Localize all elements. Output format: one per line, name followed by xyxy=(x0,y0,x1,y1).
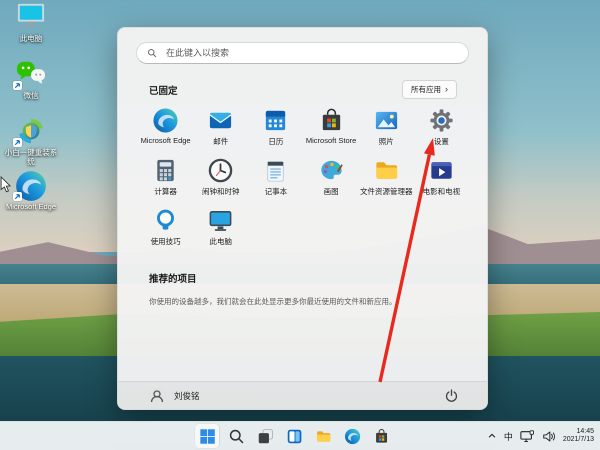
pinned-app-movies[interactable]: 电影和电视 xyxy=(414,152,469,202)
settings-icon xyxy=(428,107,455,134)
all-apps-label: 所有应用 xyxy=(411,84,441,95)
power-button[interactable] xyxy=(442,386,461,405)
clock-icon xyxy=(207,157,234,184)
taskbar-clock[interactable]: 14:45 2021/7/13 xyxy=(563,428,594,445)
mail-icon xyxy=(207,107,234,134)
taskbar-tray: 中 14:45 2021/7/13 xyxy=(486,422,594,450)
pinned-app-photos[interactable]: 照片 xyxy=(359,102,414,152)
edge-icon xyxy=(152,107,179,134)
store-icon xyxy=(373,428,390,445)
recommended-empty-text: 你使用的设备越多，我们就会在此处显示更多你最近使用的文件和新应用。 xyxy=(149,296,463,307)
search-input[interactable] xyxy=(164,47,458,59)
app-label: 画图 xyxy=(324,186,339,197)
desktop-icon-label: 此电脑 xyxy=(4,34,58,43)
pinned-app-tips[interactable]: 使用技巧 xyxy=(138,202,193,252)
app-label: 记事本 xyxy=(265,186,288,197)
shortcut-arrow-icon xyxy=(13,81,22,90)
pinned-app-notepad[interactable]: 记事本 xyxy=(248,152,303,202)
pinned-app-calculator[interactable]: 计算器 xyxy=(138,152,193,202)
desktop-icon-this-pc[interactable]: 此电脑 xyxy=(4,2,58,43)
desktop-icon-label: 微信 xyxy=(4,91,58,100)
app-label: 使用技巧 xyxy=(151,236,181,247)
photos-icon xyxy=(373,107,400,134)
pinned-app-calendar[interactable]: 日历 xyxy=(248,102,303,152)
start-icon xyxy=(199,428,216,445)
app-label: Microsoft Edge xyxy=(141,136,191,145)
pinned-header: 已固定 xyxy=(149,83,178,97)
taskbar-explorer-button[interactable] xyxy=(311,424,335,448)
pinned-app-mail[interactable]: 邮件 xyxy=(193,102,248,152)
recommended-header: 推荐的项目 xyxy=(149,271,197,285)
edge-icon xyxy=(344,428,361,445)
desktop-icon-edge[interactable]: Microsoft Edge xyxy=(4,170,58,211)
network-icon[interactable] xyxy=(519,429,535,444)
pinned-app-clock[interactable]: 闹钟和时钟 xyxy=(193,152,248,202)
app-label: 计算器 xyxy=(154,186,177,197)
app-label: 此电脑 xyxy=(209,236,232,247)
clock-time: 14:45 xyxy=(563,428,594,437)
this-pc-icon xyxy=(14,2,48,30)
pinned-app-this-pc[interactable]: 此电脑 xyxy=(193,202,248,252)
app-label: 邮件 xyxy=(213,136,228,147)
pinned-app-settings[interactable]: 设置 xyxy=(414,102,469,152)
app-label: 电影和电视 xyxy=(423,186,461,197)
taskbar-start-button[interactable] xyxy=(195,424,219,448)
desktop-icon-xiaobai[interactable]: 小白一键重装系统 xyxy=(4,116,58,166)
pinned-app-store[interactable]: Microsoft Store xyxy=(304,102,359,152)
app-label: 照片 xyxy=(379,136,394,147)
search-icon xyxy=(147,48,157,58)
clock-date: 2021/7/13 xyxy=(563,436,594,445)
pinned-app-paint[interactable]: 画图 xyxy=(304,152,359,202)
app-label: 闹钟和时钟 xyxy=(202,186,240,197)
pinned-section-header: 已固定 所有应用 › xyxy=(149,80,457,99)
taskbar-store-button[interactable] xyxy=(369,424,393,448)
taskbar-edge-button[interactable] xyxy=(340,424,364,448)
taskbar-widgets-button[interactable] xyxy=(282,424,306,448)
paint-icon xyxy=(318,157,345,184)
app-label: 日历 xyxy=(268,136,283,147)
desktop-icon-label: 小白一键重装系统 xyxy=(4,148,58,166)
pinned-app-explorer[interactable]: 文件资源管理器 xyxy=(359,152,414,202)
tips-icon xyxy=(152,207,179,234)
pinned-app-edge[interactable]: Microsoft Edge xyxy=(138,102,193,152)
calendar-icon xyxy=(262,107,289,134)
taskbar-center-buttons xyxy=(195,422,393,450)
avatar-icon xyxy=(148,387,166,405)
taskbar-taskview-button[interactable] xyxy=(253,424,277,448)
explorer-icon xyxy=(315,428,332,445)
search-icon xyxy=(228,428,245,445)
taskbar-search-button[interactable] xyxy=(224,424,248,448)
notepad-icon xyxy=(262,157,289,184)
tray-chevron-up-icon[interactable] xyxy=(486,430,498,442)
desktop-icon-wechat[interactable]: 微信 xyxy=(4,59,58,100)
desktop: 此电脑微信小白一键重装系统Microsoft Edge 已固定 所有应用 › M… xyxy=(0,0,600,450)
shortcut-arrow-icon xyxy=(13,192,22,201)
ime-indicator[interactable]: 中 xyxy=(504,430,513,443)
start-search-box[interactable] xyxy=(136,42,469,64)
taskbar: 中 14:45 2021/7/13 xyxy=(0,421,600,450)
explorer-icon xyxy=(373,157,400,184)
calculator-icon xyxy=(152,157,179,184)
user-button[interactable]: 刘俊铭 xyxy=(148,387,200,405)
widgets-icon xyxy=(286,428,303,445)
app-label: 设置 xyxy=(434,136,449,147)
shortcut-arrow-icon xyxy=(13,138,22,147)
volume-icon[interactable] xyxy=(541,429,557,444)
all-apps-button[interactable]: 所有应用 › xyxy=(402,80,457,99)
this-pc-icon xyxy=(207,207,234,234)
desktop-icon-label: Microsoft Edge xyxy=(4,202,58,211)
pinned-apps-grid: Microsoft Edge 邮件 日历 Microsoft Store 照片 设置计算器… xyxy=(138,102,469,252)
desktop-icon-list: 此电脑微信小白一键重装系统 Microsoft Edge xyxy=(4,2,58,211)
start-menu: 已固定 所有应用 › Microsoft Edge 邮件 日历 Microsoft S… xyxy=(117,27,488,410)
taskview-icon xyxy=(257,428,274,445)
store-icon xyxy=(318,107,345,134)
user-name: 刘俊铭 xyxy=(174,390,200,402)
app-label: 文件资源管理器 xyxy=(360,186,413,197)
app-label: Microsoft Store xyxy=(306,136,356,145)
start-menu-footer: 刘俊铭 xyxy=(118,381,487,409)
movies-icon xyxy=(428,157,455,184)
chevron-right-icon: › xyxy=(445,86,448,93)
